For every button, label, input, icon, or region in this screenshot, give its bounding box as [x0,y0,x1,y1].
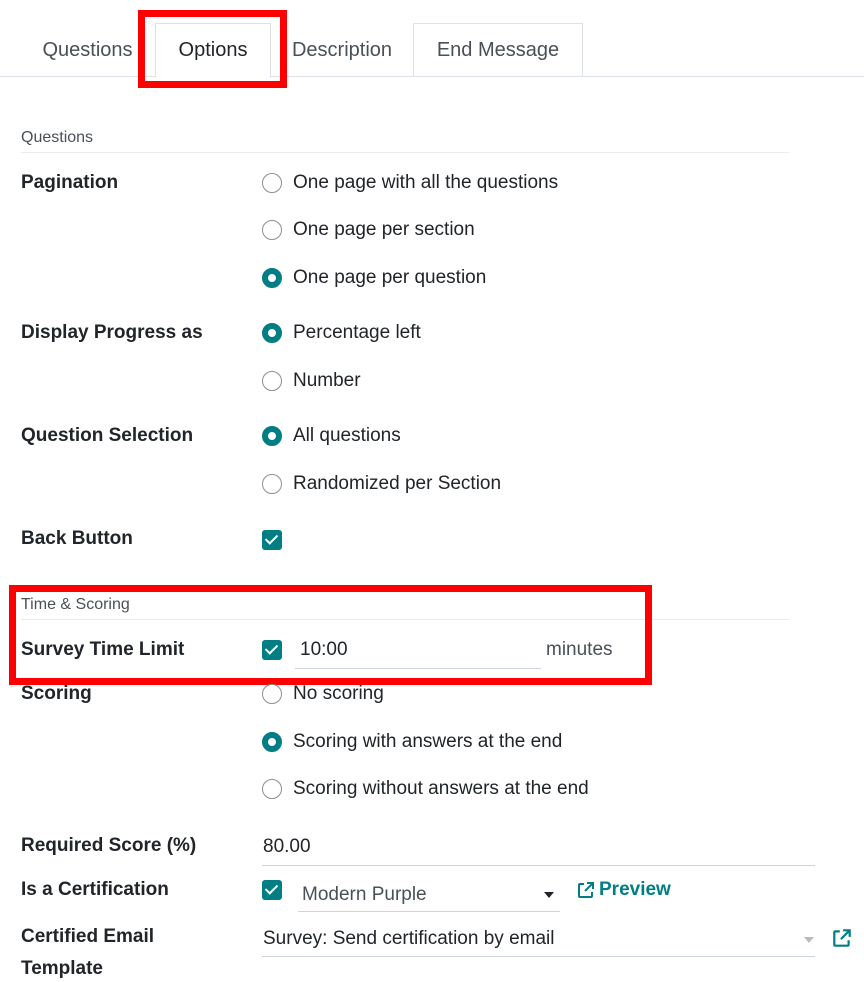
scoring-label: Scoring [21,683,92,704]
radio-label: One page per question [293,267,487,288]
radio-button[interactable] [262,371,282,391]
tab-description[interactable]: Description [271,23,413,77]
radio-label: One page per section [293,219,475,240]
pagination-option-per-question[interactable]: One page per question [262,266,486,290]
radio-button[interactable] [262,779,282,799]
selection-option-randomized[interactable]: Randomized per Section [262,472,501,496]
required-score-input[interactable]: 80.00 [263,836,311,858]
radio-label: No scoring [293,683,384,704]
radio-label: Randomized per Section [293,473,502,494]
certification-checkbox[interactable] [262,880,282,900]
section-title-questions: Questions [21,129,94,146]
back-button-checkbox[interactable] [262,530,282,550]
progress-option-number[interactable]: Number [262,369,361,393]
preview-link[interactable]: Preview [576,879,671,901]
radio-button-checked[interactable] [262,732,282,752]
radio-label: Number [293,370,361,391]
radio-button[interactable] [262,684,282,704]
radio-button[interactable] [262,220,282,240]
progress-option-percentage[interactable]: Percentage left [262,321,421,345]
radio-label: One page with all the questions [293,172,559,193]
tab-bar: Questions Options Description End Messag… [0,0,864,78]
radio-label: Scoring without answers at the end [293,778,589,799]
section-divider [21,152,789,153]
time-limit-input[interactable]: 10:00 [300,639,348,661]
scoring-option-with-answers[interactable]: Scoring with answers at the end [262,730,562,754]
radio-label: Scoring with answers at the end [293,731,563,752]
certification-label: Is a Certification [21,879,169,900]
tab-end-message[interactable]: End Message [413,23,583,77]
required-score-underline [262,865,815,866]
radio-button-checked[interactable] [262,323,282,343]
section-divider [21,619,789,620]
chevron-down-icon[interactable] [544,892,554,898]
external-link-icon [578,882,594,898]
radio-button[interactable] [262,474,282,494]
required-score-label: Required Score (%) [21,835,197,856]
tab-questions[interactable]: Questions [20,23,155,77]
certified-email-label-line2: Template [21,958,104,979]
external-link-icon[interactable] [831,927,853,949]
tab-options[interactable]: Options [155,23,271,78]
chevron-down-icon[interactable] [804,937,814,943]
back-button-label: Back Button [21,528,133,549]
certified-email-label-line1: Certified Email [21,926,155,947]
radio-button-checked[interactable] [262,268,282,288]
time-limit-checkbox[interactable] [262,640,282,660]
pagination-option-per-section[interactable]: One page per section [262,218,475,242]
certification-template-underline [298,911,560,912]
question-selection-label: Question Selection [21,425,194,446]
section-title-time-scoring: Time & Scoring [21,596,130,613]
scoring-option-without-answers[interactable]: Scoring without answers at the end [262,777,589,801]
time-limit-unit: minutes [546,639,613,660]
certification-template-select[interactable]: Modern Purple [302,884,427,906]
time-limit-label: Survey Time Limit [21,639,185,660]
radio-label: All questions [293,425,401,446]
pagination-label: Pagination [21,172,119,193]
pagination-option-all-questions[interactable]: One page with all the questions [262,171,558,195]
scoring-option-none[interactable]: No scoring [262,682,384,706]
time-limit-input-underline [295,668,541,669]
progress-label: Display Progress as [21,322,203,343]
preview-label: Preview [599,879,671,900]
selection-option-all[interactable]: All questions [262,424,401,448]
radio-button[interactable] [262,173,282,193]
certified-email-underline [262,956,815,957]
radio-button-checked[interactable] [262,426,282,446]
radio-label: Percentage left [293,322,421,343]
certified-email-select[interactable]: Survey: Send certification by email [263,928,554,950]
